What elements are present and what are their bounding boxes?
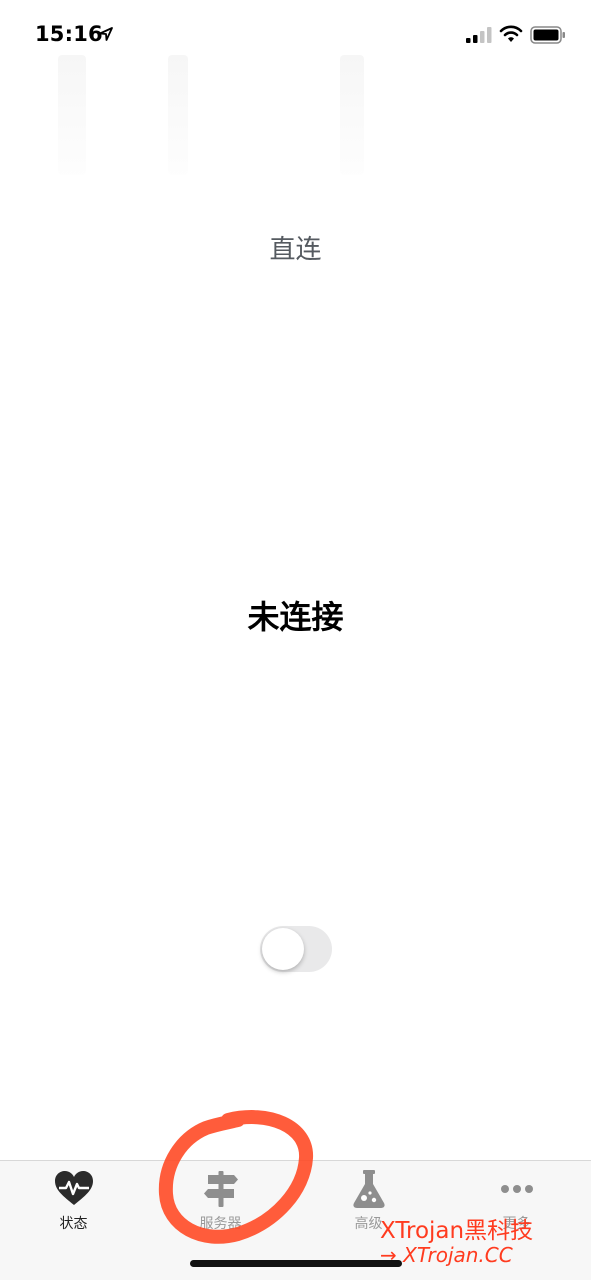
connection-status: 未连接	[247, 598, 344, 636]
more-dots-icon	[500, 1185, 533, 1193]
wifi-icon	[499, 25, 523, 42]
faded-background-mark	[340, 55, 364, 175]
faded-background-mark	[58, 55, 86, 175]
status-bar: 15:16	[0, 0, 591, 70]
home-indicator	[190, 1260, 402, 1267]
toggle-knob	[262, 928, 304, 970]
tab-status[interactable]: 状态	[0, 1161, 147, 1241]
status-time: 15:16	[35, 22, 103, 46]
flask-icon	[352, 1170, 385, 1208]
battery-icon	[530, 26, 565, 44]
tab-label: 状态	[59, 1216, 88, 1232]
faded-background-mark	[168, 55, 188, 175]
watermark-url: → XTrojan.CC	[380, 1243, 513, 1267]
routing-mode-label[interactable]: 直连	[0, 229, 591, 266]
cellular-signal-icon	[466, 27, 492, 43]
connect-toggle[interactable]	[260, 926, 332, 972]
location-arrow-icon	[99, 27, 113, 41]
watermark-title: XTrojan黑科技	[380, 1218, 534, 1244]
highlight-circle-annotation	[158, 1110, 313, 1244]
heartbeat-icon	[54, 1171, 93, 1205]
